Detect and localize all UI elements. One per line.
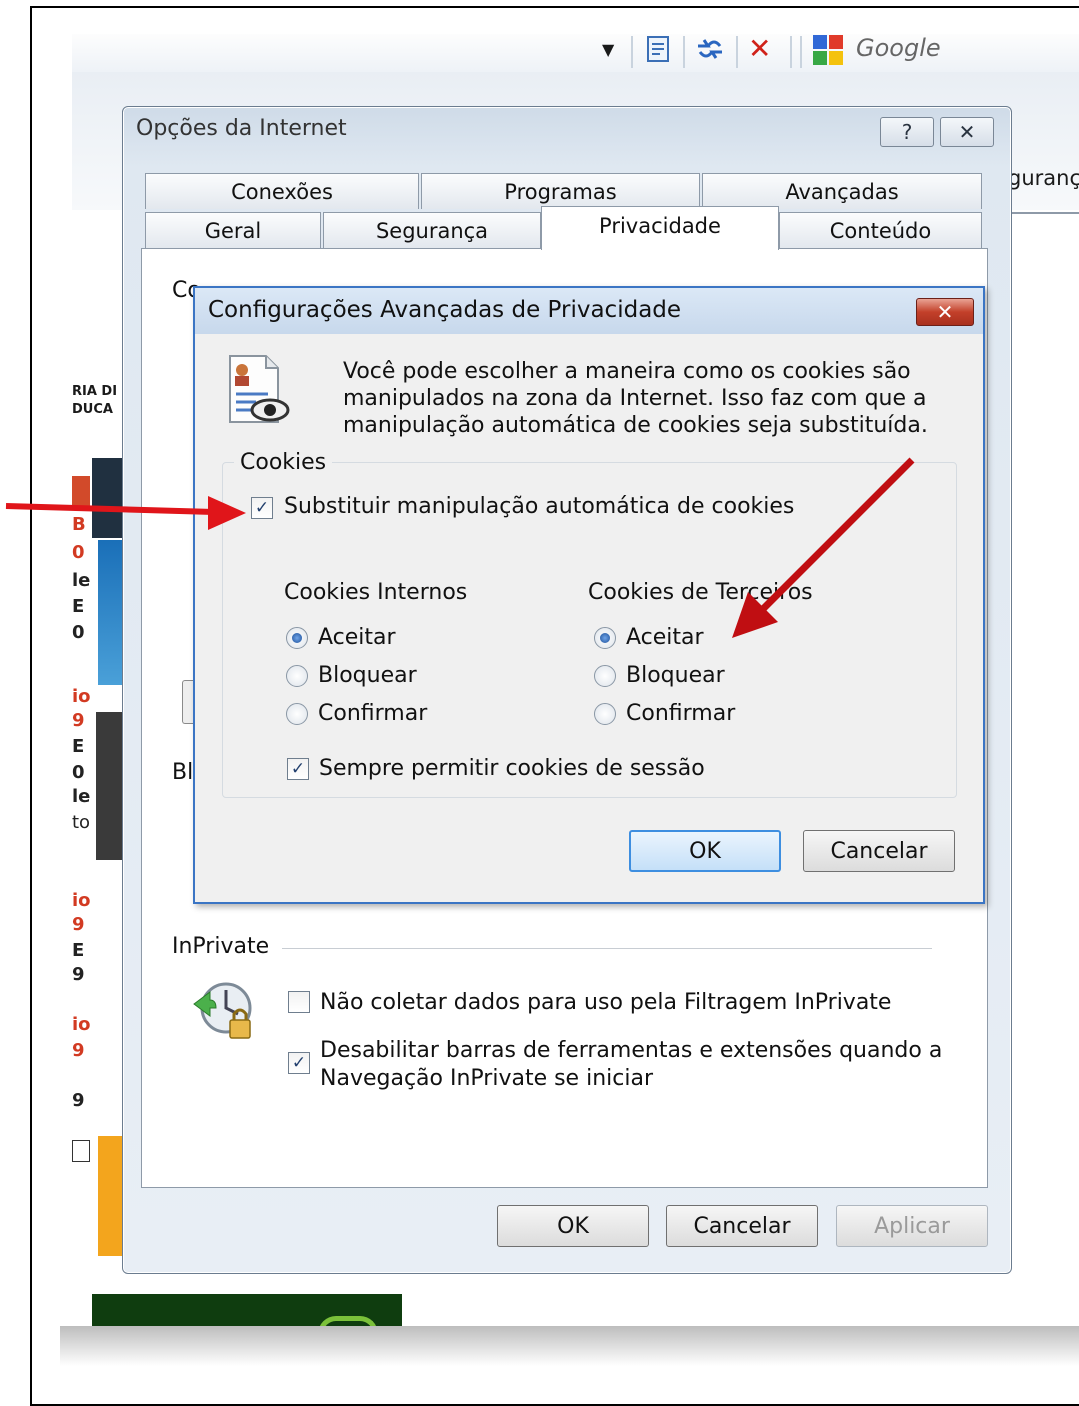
left-arrow-shaft [5, 503, 215, 515]
annotation-arrows [5, 457, 915, 638]
left-arrow-head-icon [208, 496, 246, 530]
right-arrow-shaft [757, 457, 915, 615]
tab-privacidade[interactable]: Privacidade [541, 206, 779, 250]
